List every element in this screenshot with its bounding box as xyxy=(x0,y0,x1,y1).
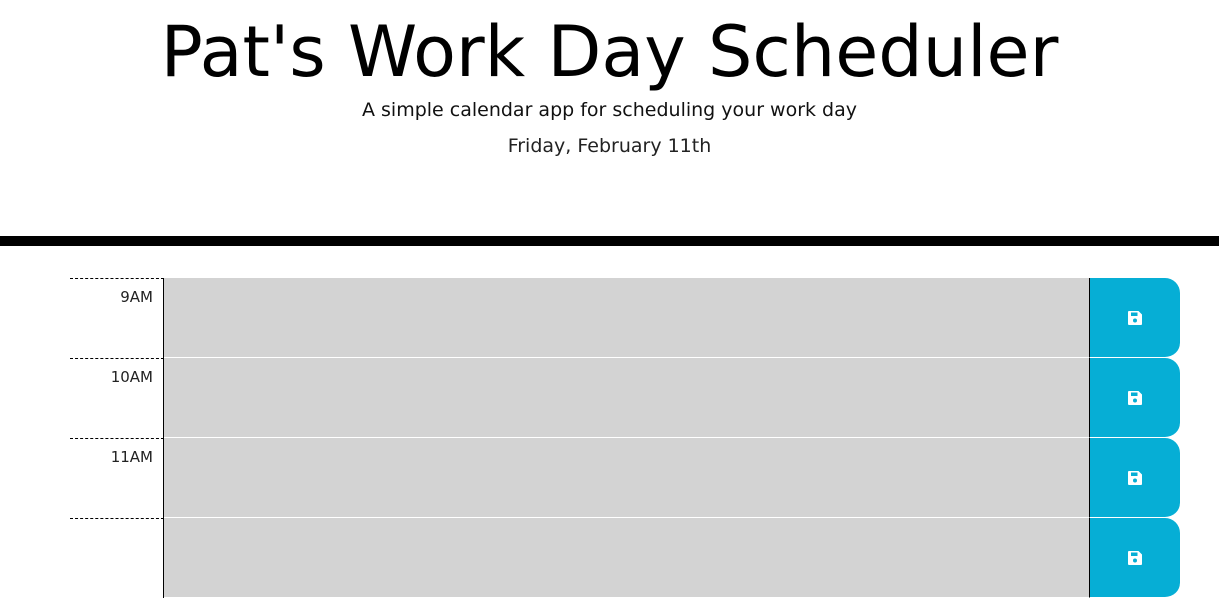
time-block-row: 11AM xyxy=(70,438,1180,518)
hour-label: 9AM xyxy=(70,278,164,358)
event-input[interactable] xyxy=(164,358,1089,438)
hour-label: 10AM xyxy=(70,358,164,438)
save-button[interactable] xyxy=(1089,358,1180,438)
time-block-row: 10AM xyxy=(70,358,1180,438)
save-button[interactable] xyxy=(1089,438,1180,518)
hour-label: 11AM xyxy=(70,438,164,518)
save-button[interactable] xyxy=(1089,518,1180,598)
save-button[interactable] xyxy=(1089,278,1180,358)
save-icon xyxy=(1128,310,1142,325)
hour-label xyxy=(70,518,164,598)
time-block-row xyxy=(70,518,1180,598)
event-input[interactable] xyxy=(164,438,1089,518)
time-block-list: 9AM 10AM 11AM xyxy=(70,278,1180,598)
save-icon xyxy=(1128,470,1142,485)
save-icon xyxy=(1128,550,1142,565)
event-input[interactable] xyxy=(164,278,1089,358)
header: Pat's Work Day Scheduler A simple calend… xyxy=(0,0,1219,246)
page-title: Pat's Work Day Scheduler xyxy=(160,11,1059,93)
event-input[interactable] xyxy=(164,518,1089,598)
time-block-row: 9AM xyxy=(70,278,1180,358)
save-icon xyxy=(1128,390,1142,405)
page-subtitle: A simple calendar app for scheduling you… xyxy=(361,99,858,121)
current-date: Friday, February 11th xyxy=(507,135,712,157)
